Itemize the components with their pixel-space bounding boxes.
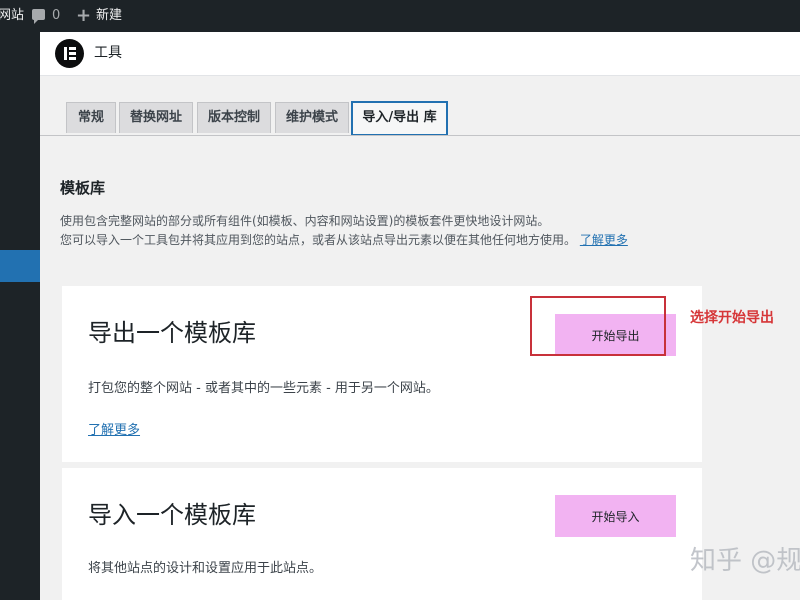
export-card-title: 导出一个模板库	[88, 319, 256, 347]
tab-maintenance-mode[interactable]: 维护模式	[275, 102, 349, 133]
annotation-label: 选择开始导出	[690, 310, 774, 326]
tabs-divider	[40, 135, 800, 136]
export-learn-more-link[interactable]: 了解更多	[88, 419, 140, 438]
import-card-title: 导入一个模板库	[88, 501, 256, 529]
tab-replace-url[interactable]: 替换网址	[119, 102, 193, 133]
section-description-2: 您可以导入一个工具包并将其应用到您的站点，或者从该站点导出元素以便在其他任何地方…	[60, 231, 628, 248]
section-description: 使用包含完整网站的部分或所有组件(如模板、内容和网站设置)的模板套件更快地设计网…	[60, 214, 550, 228]
admin-sidebar	[0, 32, 46, 600]
start-import-button[interactable]: 开始导入	[555, 495, 676, 537]
main-content: 工具 常规 替换网址 版本控制 维护模式 导入/导出 库 模板库 使用包含完整网…	[40, 32, 800, 600]
section-learn-more-link[interactable]: 了解更多	[580, 233, 628, 247]
import-card-description: 将其他站点的设计和设置应用于此站点。	[88, 561, 323, 576]
plus-icon: +	[76, 5, 92, 26]
section-description-text: 您可以导入一个工具包并将其应用到您的站点，或者从该站点导出元素以便在其他任何地方…	[60, 233, 577, 247]
admin-bar-site-name[interactable]: 网站	[0, 0, 24, 32]
section-title: 模板库	[60, 179, 106, 197]
page-header: 工具	[40, 32, 800, 76]
tab-import-export-kit[interactable]: 导入/导出 库	[351, 101, 448, 136]
sidebar-item-tools[interactable]	[0, 250, 46, 282]
tab-general[interactable]: 常规	[66, 102, 116, 133]
elementor-logo-icon	[55, 39, 84, 68]
comments-count: 0	[52, 8, 61, 23]
export-card-description: 打包您的整个网站 - 或者其中的一些元素 - 用于另一个网站。	[88, 381, 439, 396]
tab-version-control[interactable]: 版本控制	[197, 102, 271, 133]
annotation-highlight-box	[530, 296, 666, 356]
comment-icon	[32, 9, 45, 24]
import-kit-card: 导入一个模板库 将其他站点的设计和设置应用于此站点。 开始导入	[62, 468, 702, 600]
admin-bar: 网站 0 + 新建	[0, 0, 800, 32]
page-title: 工具	[94, 45, 122, 61]
new-label: 新建	[96, 8, 123, 23]
watermark: 知乎 @规	[690, 546, 800, 576]
